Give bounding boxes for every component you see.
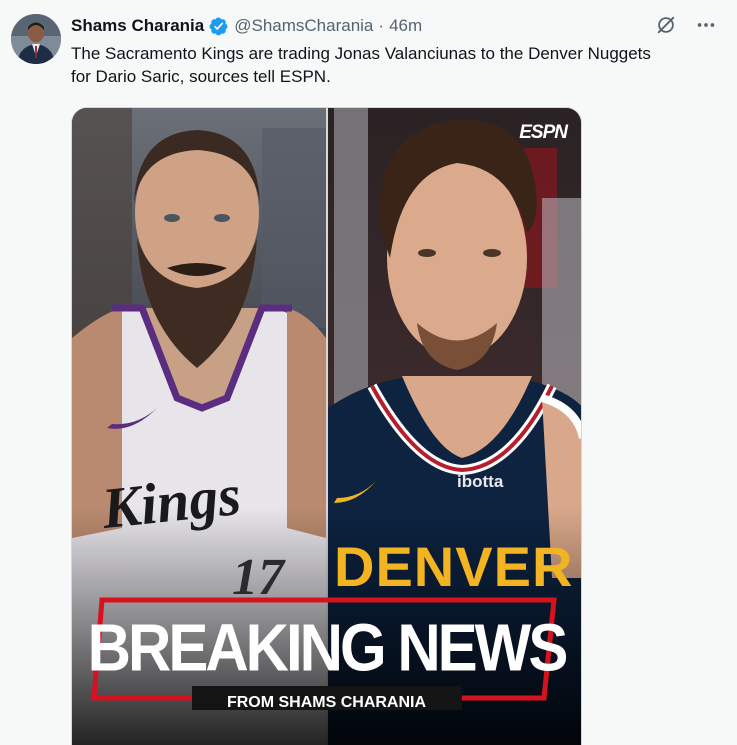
breaking-news-headline: BREAKING NEWS bbox=[87, 609, 569, 686]
verified-badge-icon bbox=[209, 17, 228, 35]
kings-jersey-number: 17 bbox=[232, 549, 284, 606]
more-icon[interactable] bbox=[695, 14, 717, 36]
ibotta-sponsor-patch: ibotta bbox=[457, 472, 504, 491]
tweet-text: The Sacramento Kings are trading Jonas V… bbox=[71, 44, 651, 86]
author-name[interactable]: Shams Charania bbox=[71, 16, 204, 36]
tweet-header: Shams Charania @ShamsCharania · 46m bbox=[71, 14, 422, 38]
timestamp[interactable]: 46m bbox=[389, 16, 422, 36]
tweet[interactable]: Shams Charania @ShamsCharania · 46m The … bbox=[0, 0, 737, 745]
separator-dot: · bbox=[378, 16, 385, 35]
author-handle[interactable]: @ShamsCharania bbox=[234, 16, 373, 36]
espn-logo: ESPN bbox=[519, 122, 568, 143]
denver-wordmark: DENVER bbox=[334, 535, 574, 598]
avatar[interactable] bbox=[11, 14, 61, 64]
grok-icon[interactable] bbox=[655, 14, 677, 36]
tweet-media-image[interactable]: ESPN Kings 17 ibotta DENVER BREAKING NEW… bbox=[71, 107, 582, 745]
breaking-news-byline: FROM SHAMS CHARANIA bbox=[226, 694, 427, 711]
tweet-actions-top bbox=[655, 14, 717, 36]
